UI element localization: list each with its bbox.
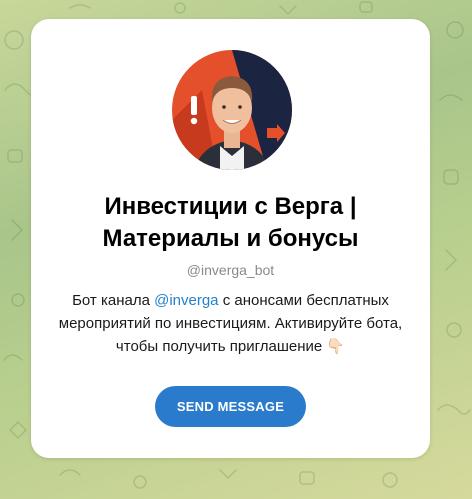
bot-description: Бот канала @inverga с анонсами бесплатны… <box>53 289 408 358</box>
bot-title: Инвестиции с Верга | Материалы и бонусы <box>51 191 410 255</box>
bot-profile-card: Инвестиции с Верга | Материалы и бонусы … <box>31 19 430 458</box>
bot-title-line-1: Инвестиции с Верга | <box>104 193 357 220</box>
send-message-button[interactable]: SEND MESSAGE <box>155 386 306 427</box>
channel-link[interactable]: @inverga <box>154 292 218 309</box>
pointing-down-emoji-icon: 👇🏻 <box>326 338 346 355</box>
arrow-icon <box>267 124 285 142</box>
bot-avatar <box>172 50 292 170</box>
bot-username: @inverga_bot <box>186 262 275 278</box>
exclamation-icon <box>190 96 198 125</box>
bot-title-line-2: Материалы и бонусы <box>102 225 359 252</box>
description-text-start: Бот канала <box>72 292 155 309</box>
